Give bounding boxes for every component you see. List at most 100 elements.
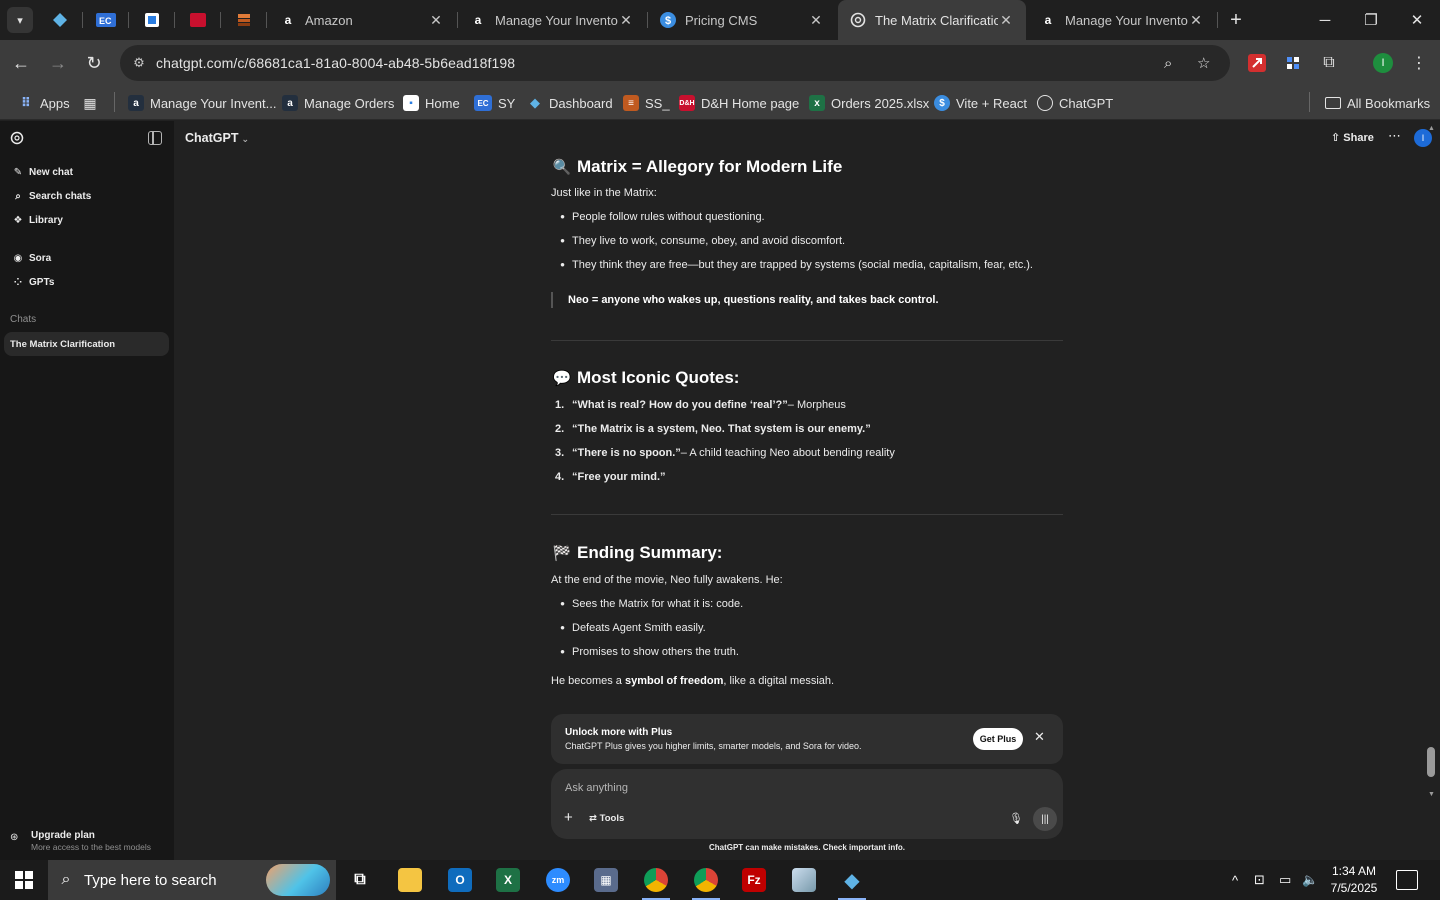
start-button[interactable] xyxy=(0,860,48,900)
tools-button[interactable]: ⇄ Tools xyxy=(589,813,624,824)
close-icon[interactable]: ✕ xyxy=(618,12,634,29)
bookmark-manage-orders[interactable]: a Manage Orders xyxy=(282,92,394,114)
share-icon: ⇧ xyxy=(1331,132,1341,144)
extension-puzzle-blue-icon[interactable] xyxy=(1282,52,1304,74)
taskbar-search[interactable]: ⌕ Type here to search xyxy=(48,860,336,900)
tab-manage-inventory-2[interactable]: a Manage Your Inventory ✕ xyxy=(1028,0,1216,40)
tab-amazon[interactable]: a Amazon ✕ xyxy=(268,0,456,40)
chrome-profile-button[interactable] xyxy=(682,860,730,900)
sidebar-item-gpts[interactable]: ⁘ GPTs xyxy=(4,271,168,293)
forward-button[interactable]: → xyxy=(45,50,71,76)
windows-taskbar: ⌕ Type here to search ⧉ O X zm ▦ Fz ◆ ^ … xyxy=(0,860,1440,900)
bookmark-home[interactable]: ▪ Home xyxy=(403,92,460,114)
sidebar-toggle-icon[interactable] xyxy=(148,131,162,145)
extension-arrow-icon[interactable] xyxy=(1246,52,1268,74)
bookmark-star-icon[interactable]: ☆ xyxy=(1197,45,1210,81)
bookmark-sy[interactable]: EC SY xyxy=(474,92,515,114)
bookmark-tab-groups[interactable]: ▦ xyxy=(82,92,104,114)
sidebar-item-library[interactable]: ❖ Library xyxy=(4,209,168,231)
bookmark-manage-inventory[interactable]: a Manage Your Invent... xyxy=(128,92,276,114)
close-window-button[interactable]: ✕ xyxy=(1394,0,1440,40)
scroll-down-arrow[interactable]: ▼ xyxy=(1428,791,1435,798)
sidebar-item-new-chat[interactable]: ✎ New chat xyxy=(4,161,168,183)
pinned-tab-2[interactable]: EC xyxy=(94,8,118,32)
pinned-tab-5[interactable] xyxy=(232,8,256,32)
close-icon[interactable]: ✕ xyxy=(1034,729,1045,745)
url-text[interactable]: chatgpt.com/c/68681ca1-81a0-8004-ab48-5b… xyxy=(156,55,515,71)
chrome-button[interactable] xyxy=(632,860,680,900)
openai-logo-icon[interactable] xyxy=(10,131,26,147)
prompt-input[interactable]: Ask anything xyxy=(565,782,628,794)
system-clock[interactable]: 1:34 AM 7/5/2025 xyxy=(1322,863,1386,897)
calculator-button[interactable]: ▦ xyxy=(582,860,630,900)
close-icon[interactable]: ✕ xyxy=(428,12,444,29)
address-bar[interactable]: ⚙ chatgpt.com/c/68681ca1-81a0-8004-ab48-… xyxy=(120,45,1230,81)
upsell-title: Unlock more with Plus xyxy=(565,727,673,738)
close-icon[interactable]: ✕ xyxy=(998,12,1014,29)
diamond-icon: ◆ xyxy=(844,869,860,892)
tab-title: Amazon xyxy=(305,12,353,28)
app-diamond-button[interactable]: ◆ xyxy=(828,860,876,900)
minimize-button[interactable]: ─ xyxy=(1302,0,1348,40)
tab-strip: ▾ EC a Amazon ✕ a Manage Your Inventory … xyxy=(0,0,1440,40)
outlook-button[interactable]: O xyxy=(436,860,484,900)
sidebar-item-search-chats[interactable]: ⌕ Search chats xyxy=(4,185,168,207)
filezilla-button[interactable]: Fz xyxy=(730,860,778,900)
bookmark-apps[interactable]: ⠿ Apps xyxy=(18,92,70,114)
excel-button[interactable]: X xyxy=(484,860,532,900)
menu-kebab-icon[interactable]: ⋮ xyxy=(1408,52,1430,74)
model-selector[interactable]: ChatGPT ⌄ xyxy=(185,131,249,145)
pinned-tab-1[interactable] xyxy=(48,8,72,32)
share-button[interactable]: ⇧ Share xyxy=(1331,131,1374,144)
reload-button[interactable]: ↻ xyxy=(81,50,107,76)
upgrade-plan-button[interactable]: ⊛ Upgrade plan More access to the best m… xyxy=(10,830,151,852)
sidebar-item-sora[interactable]: ◉ Sora xyxy=(4,247,168,269)
bookmark-dh-home[interactable]: D&H D&H Home page xyxy=(679,92,799,114)
file-explorer-button[interactable] xyxy=(386,860,434,900)
notification-icon[interactable] xyxy=(1396,870,1418,890)
bookmark-vite-react[interactable]: $ Vite + React xyxy=(934,92,1027,114)
tab-search-button[interactable]: ▾ xyxy=(7,7,33,33)
restore-button[interactable]: ❐ xyxy=(1348,0,1394,40)
all-bookmarks[interactable]: All Bookmarks xyxy=(1325,92,1430,114)
tab-manage-inventory[interactable]: a Manage Your Inventory ✕ xyxy=(458,0,646,40)
network-alert-icon[interactable]: ⊡ xyxy=(1254,860,1265,900)
list-item: • They think they are free—but they are t… xyxy=(560,257,1033,272)
bookmark-orders-2025[interactable]: x Orders 2025.xlsx xyxy=(809,92,929,114)
tab-pricing-cms[interactable]: $ Pricing CMS ✕ xyxy=(648,0,836,40)
close-icon[interactable]: ✕ xyxy=(808,12,824,29)
zoom-button[interactable]: zm xyxy=(534,860,582,900)
volume-icon[interactable]: 🔈 xyxy=(1302,860,1318,900)
more-options-icon[interactable]: ⋯ xyxy=(1388,128,1401,144)
notes-button[interactable] xyxy=(780,860,828,900)
bookmark-ss[interactable]: ≡ SS_ xyxy=(623,92,670,114)
blockquote: Neo = anyone who wakes up, questions rea… xyxy=(551,292,939,308)
attach-plus-icon[interactable]: + xyxy=(564,809,573,826)
bookmark-dashboard[interactable]: ◆ Dashboard xyxy=(527,92,613,114)
pinned-tab-3[interactable] xyxy=(140,8,164,32)
pinned-tab-4[interactable] xyxy=(186,8,210,32)
microphone-icon[interactable]: 🎙 xyxy=(1009,812,1023,825)
tab-matrix-clarification[interactable]: The Matrix Clarification ✕ xyxy=(838,0,1026,40)
extensions-icon[interactable]: ⧉ xyxy=(1318,52,1340,74)
bookmark-chatgpt[interactable]: ChatGPT xyxy=(1037,92,1113,114)
back-button[interactable]: ← xyxy=(8,50,34,76)
task-view-button[interactable]: ⧉ xyxy=(336,860,384,900)
sora-icon: ◉ xyxy=(13,252,23,264)
excel-icon: X xyxy=(496,868,520,892)
site-info-icon[interactable]: ⚙ xyxy=(122,55,156,71)
new-tab-button[interactable]: + xyxy=(1224,8,1248,32)
ec-icon: EC xyxy=(474,95,492,111)
library-icon: ❖ xyxy=(13,214,23,226)
close-icon[interactable]: ✕ xyxy=(1188,12,1204,29)
profile-avatar[interactable]: I xyxy=(1372,52,1394,74)
voice-mode-button[interactable]: ||| xyxy=(1033,807,1057,831)
scroll-up-arrow[interactable]: ▲ xyxy=(1428,125,1435,132)
chat-item-active[interactable]: The Matrix Clarification xyxy=(4,332,169,356)
network-icon[interactable]: ▭ xyxy=(1279,860,1291,900)
zoom-icon[interactable]: ⌕ xyxy=(1164,45,1172,81)
scrollbar-thumb[interactable] xyxy=(1427,747,1435,777)
get-plus-button[interactable]: Get Plus xyxy=(973,728,1023,750)
show-hidden-icons[interactable]: ^ xyxy=(1232,860,1238,900)
home-doc-icon: ▪ xyxy=(403,95,419,111)
